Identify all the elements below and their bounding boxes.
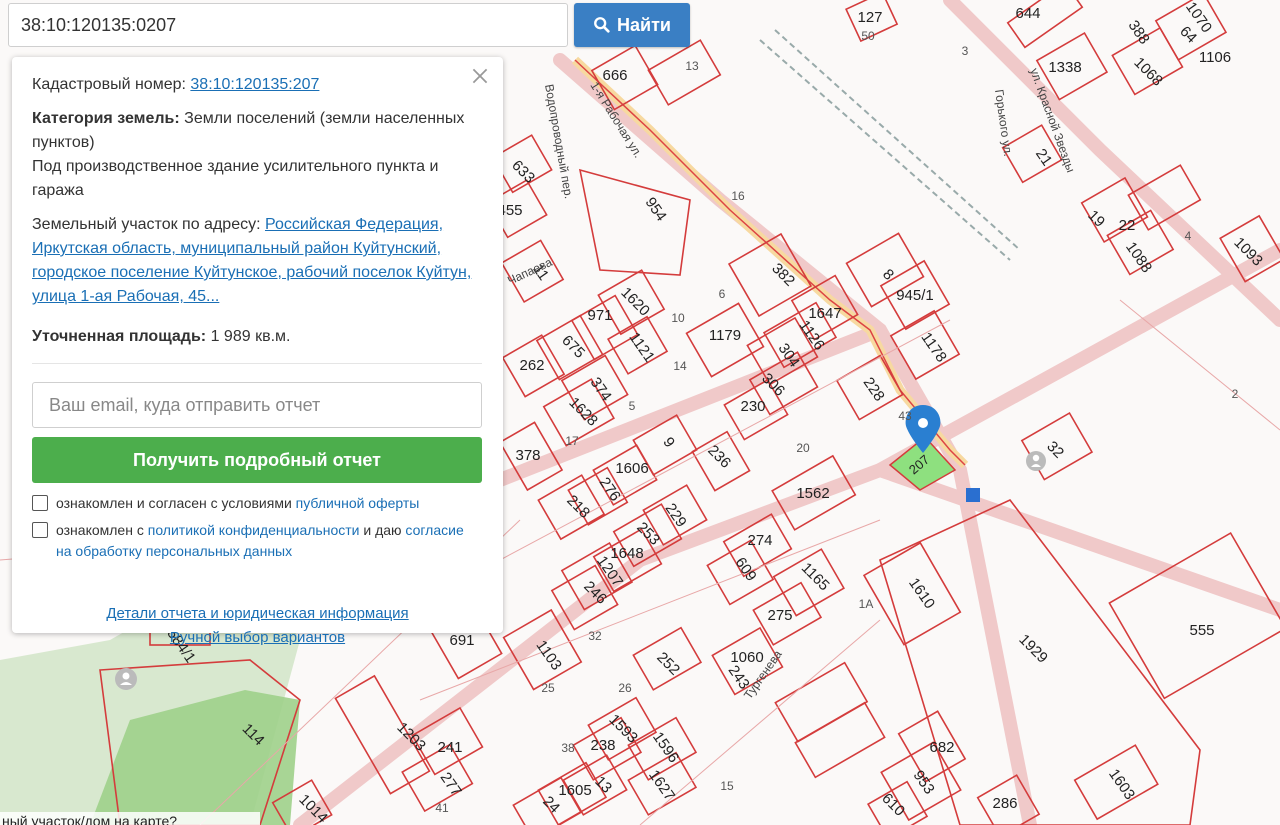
- privacy-consent-text-a: ознакомлен с: [56, 522, 144, 538]
- parcel-label: 1562: [796, 485, 829, 502]
- search-button[interactable]: Найти: [574, 3, 690, 47]
- panel-footer-links: Детали отчета и юридическая информация Р…: [32, 602, 483, 650]
- report-details-link[interactable]: Детали отчета и юридическая информация: [106, 602, 408, 626]
- public-offer-link[interactable]: публичной оферты: [296, 495, 420, 511]
- search-icon: [594, 17, 610, 33]
- parcel-label: 1106: [1199, 49, 1231, 66]
- parcel-label: 555: [1189, 622, 1214, 639]
- area-value: 1 989 кв.м.: [210, 328, 291, 345]
- privacy-policy-link[interactable]: политикой конфиденциальности: [148, 522, 360, 538]
- parcel-label: 1179: [709, 327, 741, 344]
- parcel-label: 274: [747, 532, 772, 549]
- cadastral-search-input[interactable]: [8, 3, 568, 47]
- divider: [32, 363, 482, 364]
- parcel-label: 1606: [615, 460, 648, 477]
- parcel-label: 14: [673, 359, 687, 373]
- parcel-label: 378: [515, 447, 540, 464]
- privacy-checkbox[interactable]: [32, 522, 48, 538]
- privacy-consent-text-b: и даю: [363, 522, 402, 538]
- parcel-label: 666: [602, 67, 627, 84]
- parcel-label: 13: [685, 59, 699, 73]
- address-label: Земельный участок по адресу:: [32, 216, 261, 233]
- parcel-label: 2: [1232, 387, 1239, 401]
- offer-consent-text: ознакомлен и согласен с условиями: [56, 495, 292, 511]
- parcel-label: 26: [618, 681, 632, 695]
- parcel-label: 5: [629, 399, 636, 413]
- map-prompt-text: ный участок/дом на карте?: [2, 813, 177, 825]
- area-row: Уточненная площадь: 1 989 кв.м.: [32, 325, 483, 349]
- parcel-label: 4: [1185, 229, 1192, 243]
- parcel-label: 15: [720, 779, 734, 793]
- search-button-label: Найти: [617, 14, 671, 35]
- offer-consent-row: ознакомлен и согласен с условиями публич…: [32, 493, 483, 514]
- parcel-label: 1605: [558, 782, 591, 799]
- person-poi-icon: [115, 668, 137, 690]
- parcel-label: 644: [1015, 5, 1040, 22]
- parcel-label: 16: [731, 189, 745, 203]
- parcel-label: 10: [671, 311, 685, 325]
- parcel-label: 25: [541, 681, 555, 695]
- land-category-label: Категория земель:: [32, 110, 180, 127]
- manual-selection-link[interactable]: Ручной выбор вариантов: [170, 626, 345, 650]
- cadastral-number-row: Кадастровый номер: 38:10:120135:207: [32, 73, 483, 97]
- address-row: Земельный участок по адресу: Российская …: [32, 213, 483, 309]
- parcel-label: 6: [719, 287, 726, 301]
- parcel-label: 22: [1119, 217, 1136, 234]
- offer-checkbox[interactable]: [32, 495, 48, 511]
- parcel-label: 682: [929, 739, 954, 756]
- land-purpose: Под производственное здание усилительног…: [32, 158, 439, 199]
- parcel-label: 17: [565, 434, 579, 448]
- email-field[interactable]: [32, 382, 482, 428]
- parcel-label: 32: [588, 629, 602, 643]
- cadastral-number-link[interactable]: 38:10:120135:207: [190, 76, 319, 93]
- privacy-consent-row: ознакомлен с политикой конфиденциальност…: [32, 520, 483, 562]
- get-report-button[interactable]: Получить подробный отчет: [32, 437, 482, 483]
- area-label: Уточненная площадь:: [32, 328, 207, 345]
- parcel-label: 1647: [808, 305, 841, 322]
- cadastral-number-label: Кадастровый номер:: [32, 76, 186, 93]
- parcel-label: 275: [767, 607, 792, 624]
- parcel-label: 971: [587, 307, 612, 324]
- parcel-label: 230: [740, 398, 765, 415]
- parcel-label: 127: [857, 9, 882, 26]
- parcel-label: 286: [992, 795, 1017, 812]
- close-icon[interactable]: [469, 65, 491, 87]
- parcel-label: 3: [962, 44, 969, 58]
- parcel-label: 262: [519, 357, 544, 374]
- land-category-row: Категория земель: Земли поселений (земли…: [32, 107, 483, 155]
- parcel-label: 1А: [859, 597, 874, 611]
- parcel-label: 38: [561, 741, 575, 755]
- bus-stop-icon: [966, 488, 980, 502]
- person-poi-icon: [1026, 451, 1046, 471]
- parcel-label: 43: [898, 409, 912, 423]
- parcel-label: 238: [590, 737, 615, 754]
- parcel-label: 241: [437, 739, 462, 756]
- parcel-label: 1338: [1048, 59, 1081, 76]
- parcel-label: 41: [435, 801, 449, 815]
- parcel-info-panel: Кадастровый номер: 38:10:120135:207 Кате…: [12, 57, 503, 646]
- parcel-label: 1648: [610, 545, 643, 562]
- parcel-label: 945/1: [896, 287, 934, 304]
- parcel-label: 20: [796, 441, 810, 455]
- parcel-label: 50: [861, 29, 875, 43]
